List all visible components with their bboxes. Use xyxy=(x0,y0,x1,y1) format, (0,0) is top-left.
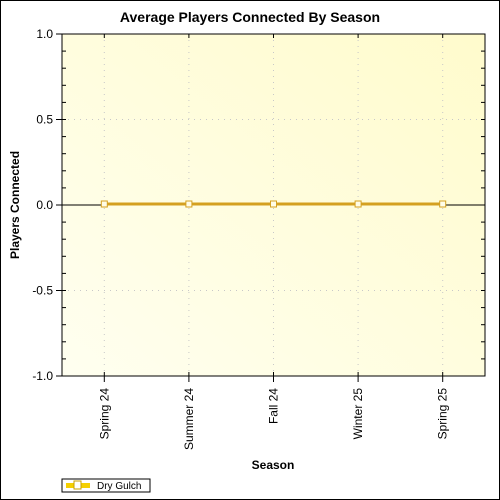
data-point xyxy=(185,200,193,208)
legend-swatch-marker xyxy=(73,480,82,490)
data-point xyxy=(354,200,362,208)
x-tick-label: Spring 24 xyxy=(97,388,111,440)
x-tick-label: Winter 25 xyxy=(351,388,365,440)
legend-item-label: Dry Gulch xyxy=(97,481,141,492)
x-tick-label: Summer 24 xyxy=(182,388,196,450)
y-tick-label: 0.0 xyxy=(36,198,53,212)
y-tick-label: 0.5 xyxy=(36,113,53,127)
x-tick-label: Spring 25 xyxy=(436,388,450,440)
y-axis-label: Players Connected xyxy=(8,151,22,259)
y-tick-label: -1.0 xyxy=(32,369,53,383)
legend: Dry Gulch xyxy=(61,478,151,493)
data-point xyxy=(100,200,108,208)
x-axis-label: Season xyxy=(252,458,295,472)
chart: Average Players Connected By Season 1.0 0… xyxy=(8,9,486,493)
chart-title: Average Players Connected By Season xyxy=(120,9,380,25)
y-tick-label: 1.0 xyxy=(36,27,53,41)
data-point xyxy=(270,200,277,208)
y-tick-label: -0.5 xyxy=(32,284,53,298)
data-point xyxy=(439,200,447,208)
x-tick-label: Fall 24 xyxy=(267,388,281,424)
